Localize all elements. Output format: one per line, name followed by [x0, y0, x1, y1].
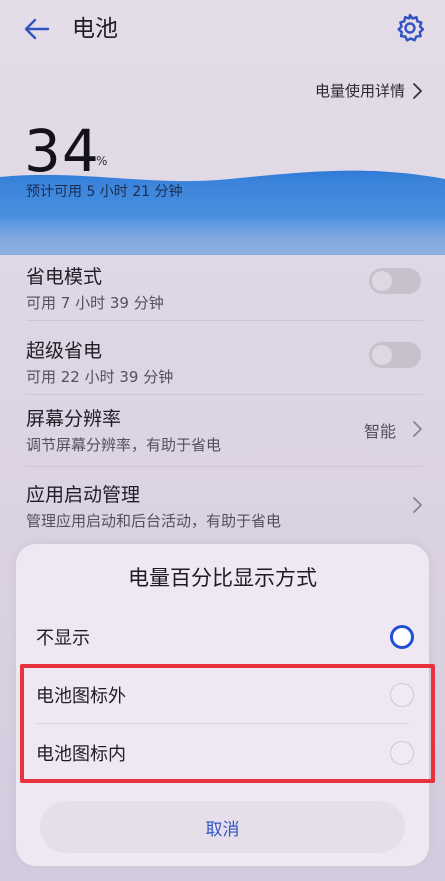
- radio-selected[interactable]: [390, 625, 414, 649]
- cancel-label: 取消: [205, 820, 240, 840]
- option-label: 不显示: [36, 628, 90, 649]
- dialog-title: 电量百分比显示方式: [128, 566, 317, 590]
- highlight-box: [20, 664, 435, 783]
- cancel-button[interactable]: 取消: [40, 801, 405, 853]
- option-hide[interactable]: 不显示: [16, 608, 429, 666]
